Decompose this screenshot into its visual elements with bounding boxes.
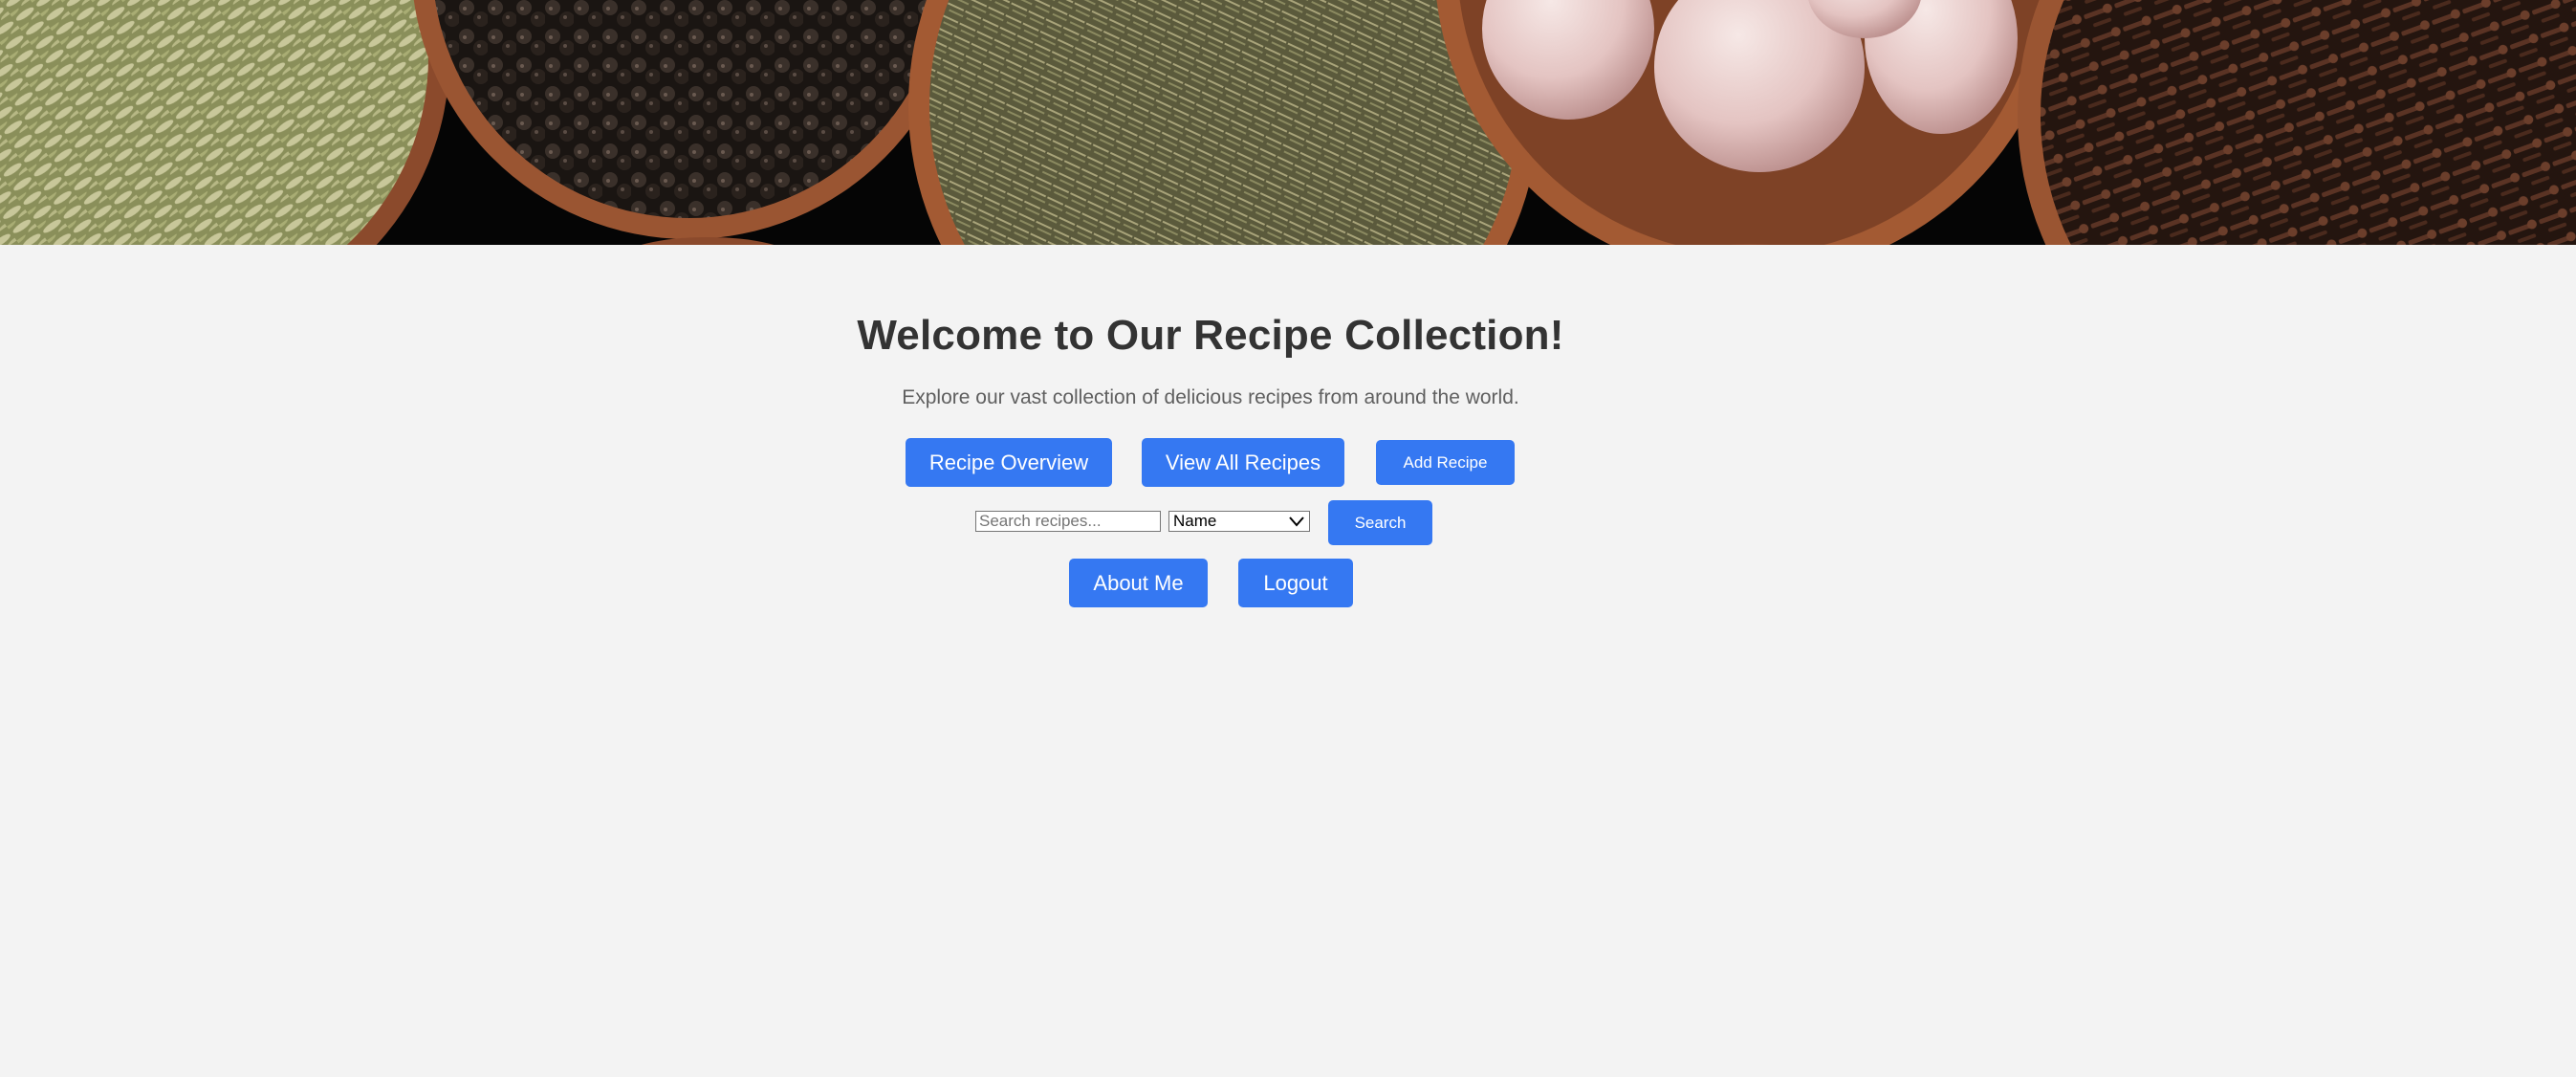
add-recipe-button[interactable]: Add Recipe [1376, 440, 1515, 485]
page-title: Welcome to Our Recipe Collection! [857, 312, 1564, 359]
page-subtitle: Explore our vast collection of delicious… [902, 386, 1519, 408]
chevron-down-icon [1289, 517, 1304, 527]
spice-bowls-image [0, 0, 2576, 245]
recipe-overview-button[interactable]: Recipe Overview [906, 438, 1112, 487]
about-me-button[interactable]: About Me [1069, 559, 1208, 607]
search-filter-selected: Name [1173, 512, 1217, 530]
search-filter-select[interactable]: Name [1168, 511, 1310, 532]
view-all-recipes-button[interactable]: View All Recipes [1142, 438, 1344, 487]
logout-button[interactable]: Logout [1238, 559, 1353, 607]
hero-banner [0, 0, 2576, 245]
search-button[interactable]: Search [1328, 500, 1432, 545]
search-input[interactable] [975, 511, 1161, 532]
